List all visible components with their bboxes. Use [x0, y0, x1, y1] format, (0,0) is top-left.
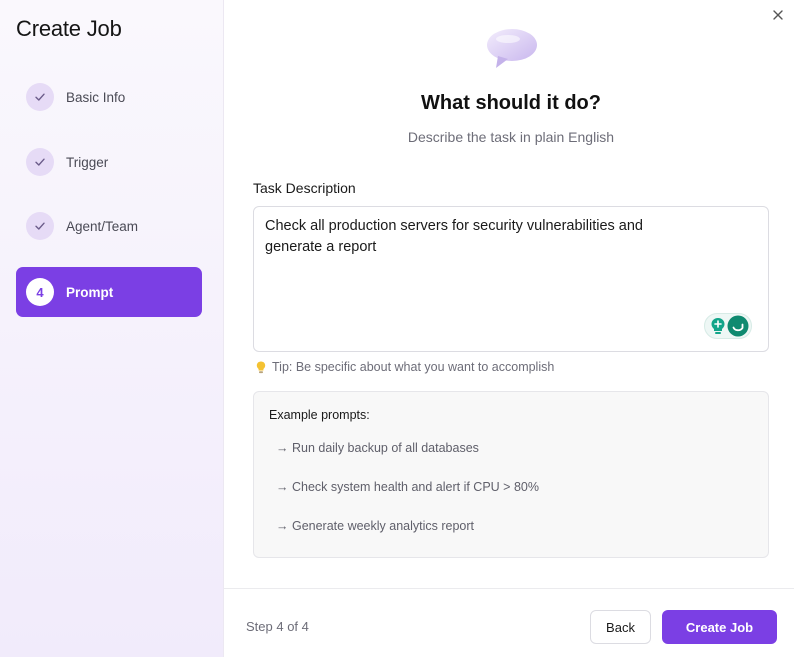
sidebar: Create Job Basic Info Trigger Agent/Team… [0, 0, 224, 657]
create-job-button[interactable]: Create Job [662, 610, 777, 644]
back-button[interactable]: Back [590, 610, 651, 644]
example-prompt-item[interactable]: → Check system health and alert if CPU >… [276, 480, 539, 494]
lightbulb-icon[interactable] [709, 316, 727, 336]
task-description-label: Task Description [253, 180, 356, 196]
tip: Tip: Be specific about what you want to … [256, 360, 554, 374]
step-label: Prompt [66, 284, 114, 300]
step-prompt[interactable]: 4 Prompt [16, 267, 202, 317]
step-label: Trigger [66, 154, 109, 170]
step-label: Agent/Team [66, 218, 139, 234]
step-number: 4 [26, 278, 54, 306]
lightbulb-icon [256, 361, 266, 373]
step-agent-team[interactable]: Agent/Team [16, 201, 202, 251]
footer: Step 4 of 4 Back Create Job [224, 588, 794, 657]
check-icon [26, 83, 54, 111]
page-subheading: Describe the task in plain English [407, 129, 615, 145]
check-icon [26, 148, 54, 176]
example-prompt-item[interactable]: → Run daily backup of all databases [276, 441, 479, 455]
step-counter: Step 4 of 4 [246, 619, 309, 634]
examples-title: Example prompts: [269, 408, 370, 422]
check-icon [26, 212, 54, 240]
page-heading: What should it do? [421, 92, 601, 114]
extension-icons [704, 313, 752, 339]
speech-bubble-icon [487, 29, 537, 68]
grammarly-icon[interactable] [727, 315, 749, 337]
step-label: Basic Info [66, 89, 126, 105]
main-panel: What should it do? Describe the task in … [224, 0, 794, 657]
tip-text: Tip: Be specific about what you want to … [272, 360, 555, 374]
step-trigger[interactable]: Trigger [16, 137, 202, 187]
example-prompt-item[interactable]: → Generate weekly analytics report [276, 519, 474, 533]
close-icon[interactable] [769, 6, 787, 24]
example-prompts: Example prompts: → Run daily backup of a… [253, 391, 769, 558]
step-basic-info[interactable]: Basic Info [16, 72, 202, 122]
task-description-input[interactable]: Check all production servers for securit… [253, 206, 769, 352]
sidebar-title: Create Job [16, 16, 122, 41]
